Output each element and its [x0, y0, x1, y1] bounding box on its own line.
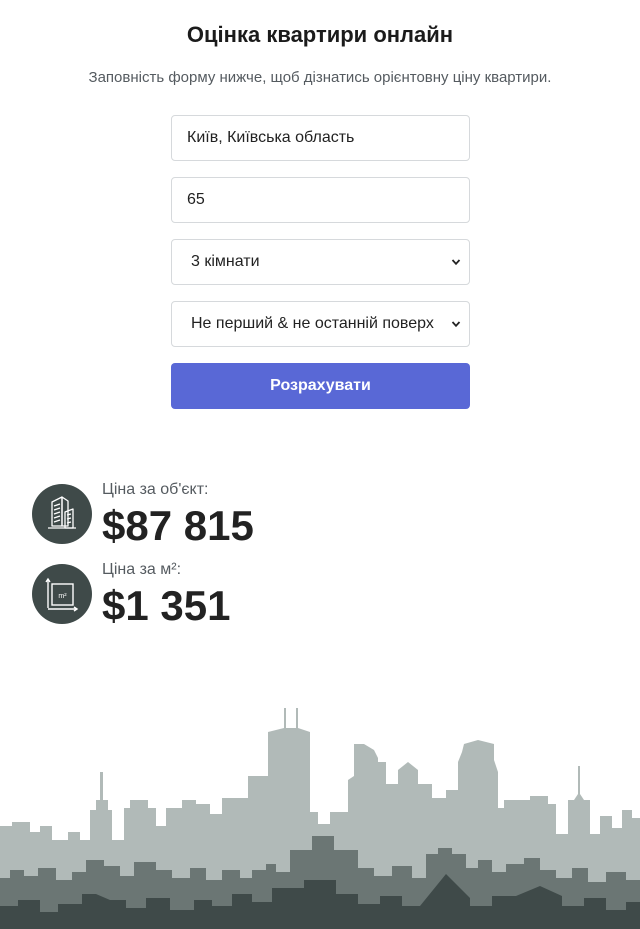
- floor-select-value: Не перший & не останній поверх: [191, 315, 434, 332]
- area-input[interactable]: [171, 177, 470, 223]
- rooms-select-value: 3 кімнати: [191, 253, 260, 270]
- calculate-button[interactable]: Розрахувати: [171, 363, 470, 409]
- floor-select[interactable]: Не перший & не останній поверх: [171, 301, 470, 347]
- rooms-select[interactable]: 3 кімнати: [171, 239, 470, 285]
- square-meter-icon: m²: [32, 564, 92, 624]
- sqm-price-value: $1 351: [102, 582, 231, 629]
- page-subtitle: Заповність форму нижче, щоб дізнатись ор…: [88, 69, 552, 86]
- chevron-down-icon: [451, 259, 461, 266]
- svg-text:m²: m²: [58, 593, 67, 600]
- city-skyline-illustration: [0, 708, 640, 929]
- buildings-icon: [32, 484, 92, 544]
- chevron-down-icon: [451, 321, 461, 328]
- location-input[interactable]: [171, 115, 470, 161]
- sqm-price-label: Ціна за м²:: [102, 561, 182, 578]
- object-price-label: Ціна за об'єкт:: [102, 481, 209, 498]
- object-price-value: $87 815: [102, 502, 254, 549]
- page-title: Оцінка квартири онлайн: [186, 22, 454, 47]
